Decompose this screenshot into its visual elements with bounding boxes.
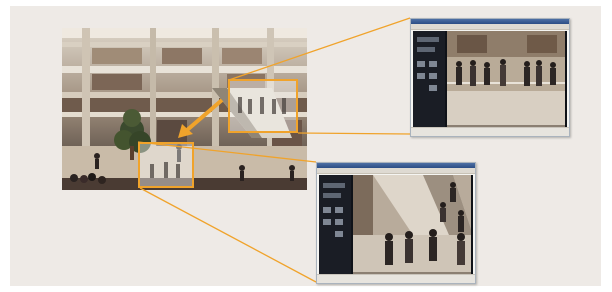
- zoomed-video-lower[interactable]: [353, 175, 471, 274]
- camera-scene-image: [62, 28, 307, 190]
- upper-viewer-window[interactable]: [410, 18, 570, 137]
- window-toolbar: [411, 24, 569, 30]
- zoomed-video-upper[interactable]: [447, 31, 565, 127]
- window-content: [319, 175, 473, 274]
- monitored-region-lower[interactable]: [138, 142, 194, 188]
- control-sidebar: [319, 175, 351, 274]
- lower-viewer-window[interactable]: [316, 162, 476, 284]
- window-status-bar: [317, 274, 475, 283]
- window-status-bar: [411, 127, 569, 136]
- monitored-region-upper[interactable]: [228, 79, 298, 133]
- window-content: [413, 31, 567, 127]
- window-toolbar: [317, 168, 475, 174]
- control-sidebar: [413, 31, 445, 127]
